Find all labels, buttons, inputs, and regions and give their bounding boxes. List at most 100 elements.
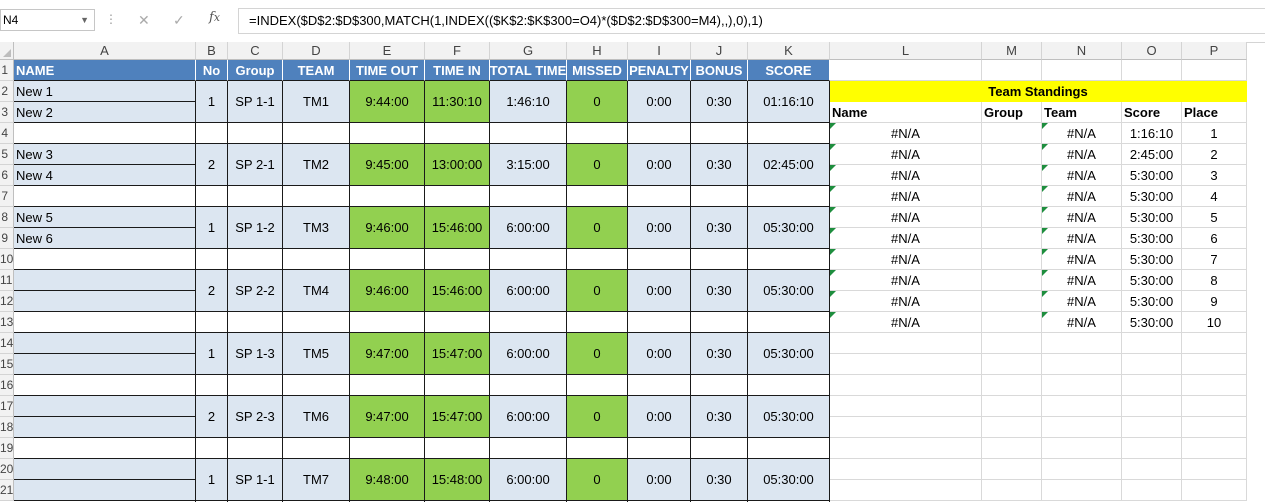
cell[interactable] [830,396,982,417]
no-cell[interactable]: 2 [196,270,228,312]
cell[interactable] [1182,333,1247,354]
standings-place-cell[interactable]: 1 [1182,123,1247,144]
cell[interactable] [1122,396,1182,417]
column-header-k[interactable]: K [748,42,830,60]
column-header-p[interactable]: P [1182,42,1247,60]
cell[interactable] [830,354,982,375]
column-header-i[interactable]: I [628,42,691,60]
score-cell[interactable]: 05:30:00 [748,333,830,375]
spacer-cell[interactable] [14,375,196,396]
spacer-cell[interactable] [748,375,830,396]
header-cell[interactable]: BONUS [691,60,748,81]
standings-group-cell[interactable] [982,312,1042,333]
spacer-cell[interactable] [228,375,283,396]
standings-group-cell[interactable] [982,186,1042,207]
total-cell[interactable]: 1:46:10 [490,81,567,123]
cell[interactable] [1122,480,1182,501]
column-header-m[interactable]: M [982,42,1042,60]
standings-name-cell[interactable]: #N/A [830,207,982,228]
column-header-l[interactable]: L [830,42,982,60]
spacer-cell[interactable] [425,186,490,207]
standings-score-cell[interactable]: 5:30:00 [1122,249,1182,270]
team-cell[interactable]: TM6 [283,396,350,438]
header-cell[interactable]: TIME IN [425,60,490,81]
standings-score-cell[interactable]: 2:45:00 [1122,144,1182,165]
standings-place-cell[interactable]: 5 [1182,207,1247,228]
cell[interactable] [1122,333,1182,354]
spacer-cell[interactable] [490,123,567,144]
spacer-cell[interactable] [283,312,350,333]
standings-team-cell[interactable]: #N/A [1042,165,1122,186]
spacer-cell[interactable] [196,186,228,207]
spacer-cell[interactable] [490,438,567,459]
spacer-cell[interactable] [425,438,490,459]
bonus-cell[interactable]: 0:30 [691,333,748,375]
time-out-cell[interactable]: 9:47:00 [350,333,425,375]
cell[interactable] [830,417,982,438]
standings-group-cell[interactable] [982,270,1042,291]
group-cell[interactable]: SP 1-1 [228,459,283,501]
cell[interactable] [982,417,1042,438]
standings-team-cell[interactable]: #N/A [1042,123,1122,144]
cell[interactable] [1042,480,1122,501]
row-header[interactable]: 20 [0,459,14,480]
spacer-cell[interactable] [490,186,567,207]
spacer-cell[interactable] [567,249,628,270]
cell[interactable] [1042,354,1122,375]
name-cell[interactable]: New 1 [14,81,196,102]
row-header[interactable]: 11 [0,270,14,291]
time-out-cell[interactable]: 9:45:00 [350,144,425,186]
spacer-cell[interactable] [425,123,490,144]
group-cell[interactable]: SP 2-1 [228,144,283,186]
standings-name-cell[interactable]: #N/A [830,312,982,333]
time-out-cell[interactable]: 9:48:00 [350,459,425,501]
row-header[interactable]: 17 [0,396,14,417]
missed-cell[interactable]: 0 [567,396,628,438]
header-cell[interactable]: MISSED [567,60,628,81]
spacer-cell[interactable] [283,249,350,270]
name-cell[interactable] [14,270,196,291]
missed-cell[interactable]: 0 [567,81,628,123]
spacer-cell[interactable] [628,375,691,396]
standings-team-cell[interactable]: #N/A [1042,207,1122,228]
row-header[interactable]: 2 [0,81,14,102]
confirm-icon[interactable]: ✓ [173,12,185,29]
spacer-cell[interactable] [628,312,691,333]
spacer-cell[interactable] [283,375,350,396]
spacer-cell[interactable] [490,312,567,333]
group-cell[interactable]: SP 2-2 [228,270,283,312]
group-cell[interactable]: SP 1-3 [228,333,283,375]
spacer-cell[interactable] [691,249,748,270]
cell[interactable] [1182,375,1247,396]
cell[interactable] [982,438,1042,459]
spacer-cell[interactable] [748,438,830,459]
standings-place-cell[interactable]: 3 [1182,165,1247,186]
missed-cell[interactable]: 0 [567,144,628,186]
spacer-cell[interactable] [283,186,350,207]
standings-group-cell[interactable] [982,207,1042,228]
spacer-cell[interactable] [628,123,691,144]
time-out-cell[interactable]: 9:46:00 [350,270,425,312]
spacer-cell[interactable] [425,375,490,396]
cell[interactable] [1042,60,1122,81]
spacer-cell[interactable] [567,123,628,144]
name-box[interactable]: N4 ▼ [0,9,95,31]
cell[interactable] [1122,438,1182,459]
spacer-cell[interactable] [628,186,691,207]
header-cell[interactable]: Group [228,60,283,81]
spacer-cell[interactable] [14,312,196,333]
spacer-cell[interactable] [228,249,283,270]
row-header[interactable]: 6 [0,165,14,186]
column-header-d[interactable]: D [283,42,350,60]
cell[interactable] [982,459,1042,480]
team-cell[interactable]: TM1 [283,81,350,123]
group-cell[interactable]: SP 1-2 [228,207,283,249]
more-options-icon[interactable]: ⋮ [105,12,117,26]
row-header[interactable]: 14 [0,333,14,354]
spacer-cell[interactable] [350,438,425,459]
time-in-cell[interactable]: 13:00:00 [425,144,490,186]
time-in-cell[interactable]: 15:47:00 [425,396,490,438]
standings-team-cell[interactable]: #N/A [1042,249,1122,270]
header-cell[interactable]: TIME OUT [350,60,425,81]
row-header[interactable]: 12 [0,291,14,312]
